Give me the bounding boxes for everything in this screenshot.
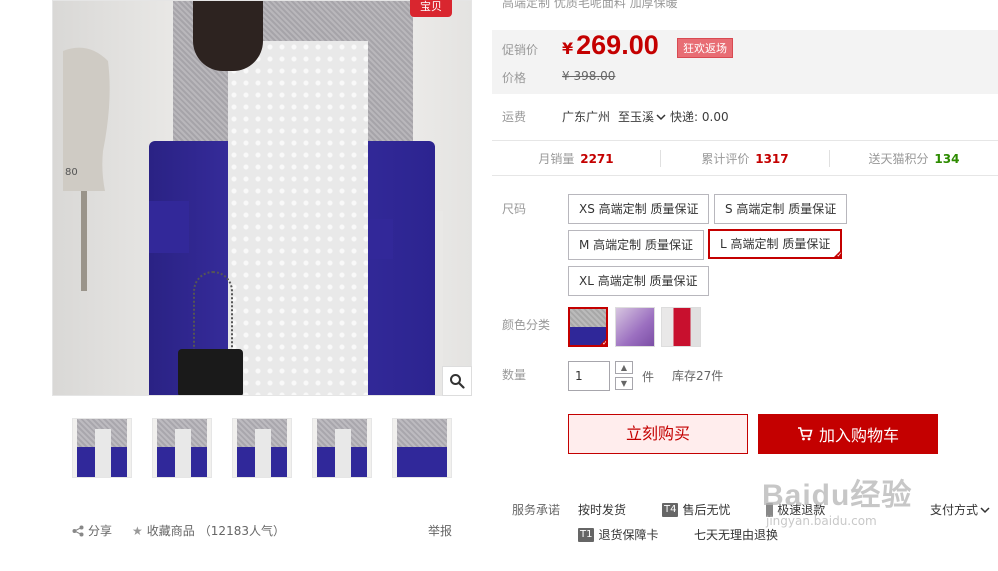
baidu-watermark: Baidu经验 jingyan.baidu.com xyxy=(762,470,912,528)
service-fast-refund[interactable]: 极速退款 xyxy=(766,501,825,518)
service-seven-day-return[interactable]: 七天无理由退换 xyxy=(694,526,778,543)
service-after-sale[interactable]: T4 售后无忧 xyxy=(662,501,731,518)
add-to-cart-button[interactable]: 加入购物车 xyxy=(758,414,938,454)
size-option-xs[interactable]: XS 高端定制 质量保证 xyxy=(568,194,710,224)
points-value: 134 xyxy=(934,151,960,166)
size-option-xl[interactable]: XL 高端定制 质量保证 xyxy=(568,266,709,296)
service-label: 服务承诺 xyxy=(512,503,561,517)
coat-cuff-left xyxy=(149,201,189,253)
thumbnail-3[interactable] xyxy=(232,418,292,478)
service-return-card[interactable]: T1 退货保障卡 xyxy=(578,526,659,543)
svg-text:80: 80 xyxy=(65,167,78,178)
mannequin-illustration: 80 xyxy=(63,47,110,291)
star-icon: ★ xyxy=(132,523,143,538)
cart-icon xyxy=(797,427,813,441)
quantity-input[interactable] xyxy=(568,361,610,391)
thumbnail-strip xyxy=(72,418,452,478)
original-price: ¥ 398.00 xyxy=(562,69,615,83)
favorite-button[interactable]: ★ 收藏商品 （12183人气） xyxy=(132,522,285,539)
promo-price-value: 269.00 xyxy=(576,30,659,60)
service-fast-refund-label: 极速退款 xyxy=(777,503,826,517)
color-option-red[interactable] xyxy=(661,307,701,347)
share-button[interactable]: 分享 xyxy=(72,522,112,539)
color-label: 颜色分类 xyxy=(502,318,551,332)
thumbnail-2[interactable] xyxy=(152,418,212,478)
monthly-sales: 月销量 2271 xyxy=(492,150,660,167)
thumbnail-1[interactable] xyxy=(72,418,132,478)
bag-chain xyxy=(193,271,233,351)
payment-method-label: 支付方式 xyxy=(930,503,979,517)
event-tag[interactable]: 狂欢返场 xyxy=(677,38,733,58)
favorite-label: 收藏商品 xyxy=(146,524,195,538)
thumbnail-5[interactable] xyxy=(392,418,452,478)
currency-symbol: ¥ xyxy=(562,39,574,58)
zoom-button[interactable] xyxy=(442,366,472,396)
model-hair xyxy=(193,1,263,71)
handbag xyxy=(178,349,243,395)
buy-now-button[interactable]: 立刻购买 xyxy=(568,414,748,454)
promo-price-label: 促销价 xyxy=(502,43,539,57)
size-label: 尺码 xyxy=(502,202,527,216)
stats-row: 月销量 2271 累计评价 1317 送天猫积分 134 xyxy=(492,140,998,176)
quantity-increase-button[interactable]: ▲ xyxy=(615,361,633,374)
quantity-decrease-button[interactable]: ▼ xyxy=(615,377,633,390)
selected-check-icon xyxy=(598,337,606,345)
shipping-from: 广东广州 xyxy=(562,110,611,124)
magnifier-icon xyxy=(450,374,465,389)
report-link[interactable]: 举报 xyxy=(428,522,452,539)
original-price-value: ¥ 398.00 xyxy=(562,69,616,83)
chevron-down-icon xyxy=(980,506,990,513)
refund-icon xyxy=(766,502,774,517)
quantity-label: 数量 xyxy=(502,368,527,382)
stock-count: 库存27件 xyxy=(672,369,724,383)
promo-price: ¥ 269.00 xyxy=(562,30,659,61)
share-label: 分享 xyxy=(88,524,113,538)
size-option-s[interactable]: S 高端定制 质量保证 xyxy=(714,194,848,224)
reviews-label: 累计评价 xyxy=(701,151,750,166)
price-panel: 促销价 ¥ 269.00 狂欢返场 价格 ¥ 398.00 xyxy=(492,30,998,94)
color-option-purple[interactable] xyxy=(615,307,655,347)
selected-check-icon xyxy=(832,249,843,260)
share-icon xyxy=(72,525,84,536)
service-on-time-delivery-label: 按时发货 xyxy=(578,503,627,517)
share-bar: 分享 ★ 收藏商品 （12183人气） 举报 xyxy=(72,522,452,539)
service-seven-day-return-label: 七天无理由退换 xyxy=(694,528,779,542)
payment-method-dropdown[interactable]: 支付方式 xyxy=(930,501,990,518)
lace-dress xyxy=(228,41,368,395)
service-return-card-label: 退货保障卡 xyxy=(598,528,659,542)
quantity-unit: 件 xyxy=(642,370,655,384)
shipping-destination-selector[interactable]: 至玉溪 xyxy=(618,108,666,125)
color-option-grey-blue[interactable] xyxy=(568,307,608,347)
shipping-row: 运费 广东广州 至玉溪 快递: 0.00 xyxy=(502,108,729,125)
tmall-points: 送天猫积分 134 xyxy=(829,149,998,167)
photo-badge: 宝贝 xyxy=(410,0,452,17)
size-option-l-label: L 高端定制 质量保证 xyxy=(720,237,831,251)
shipping-destination: 至玉溪 xyxy=(618,110,655,124)
service-on-time-delivery[interactable]: 按时发货 xyxy=(578,501,626,518)
monthly-sales-label: 月销量 xyxy=(538,151,575,166)
size-option-l[interactable]: L 高端定制 质量保证 xyxy=(708,229,843,260)
t1-icon: T1 xyxy=(578,527,595,542)
original-price-label: 价格 xyxy=(502,71,527,85)
shipping-label: 运费 xyxy=(502,110,527,124)
cumulative-reviews[interactable]: 累计评价 1317 xyxy=(660,149,829,167)
popularity-count: （12183人气） xyxy=(198,524,285,538)
main-product-image[interactable]: 80 xyxy=(52,0,472,396)
t4-icon: T4 xyxy=(662,502,679,517)
chevron-down-icon xyxy=(656,113,666,120)
size-option-m[interactable]: M 高端定制 质量保证 xyxy=(568,230,704,260)
shipping-fee: 快递: 0.00 xyxy=(670,110,729,124)
points-label: 送天猫积分 xyxy=(868,151,929,166)
monthly-sales-value: 2271 xyxy=(580,151,614,166)
add-to-cart-label: 加入购物车 xyxy=(818,426,899,445)
reviews-value: 1317 xyxy=(755,151,789,166)
thumbnail-4[interactable] xyxy=(312,418,372,478)
service-after-sale-label: 售后无忧 xyxy=(682,503,731,517)
product-subtitle: 高端定制 优质毛呢面料 加厚保暖 xyxy=(502,0,678,10)
